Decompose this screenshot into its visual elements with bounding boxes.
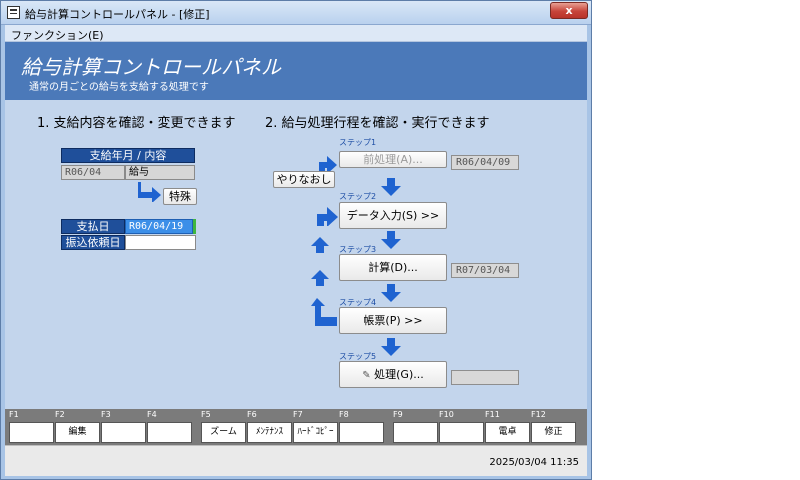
- down-arrow-icon: [381, 338, 401, 356]
- redo-button[interactable]: やりなおし: [273, 171, 335, 188]
- section-heading-1: 1. 支給内容を確認・変更できます: [37, 116, 236, 131]
- step2-label: ステップ2: [339, 192, 377, 201]
- fkey-number: F12: [531, 410, 546, 419]
- app-icon: [7, 6, 20, 19]
- step1-button[interactable]: 前処理(A)...: [339, 151, 447, 168]
- fkey-button-f8[interactable]: [339, 422, 384, 443]
- payday-field[interactable]: R06/04/19: [125, 219, 193, 234]
- fkey-button-f7[interactable]: ﾊｰﾄﾞｺﾋﾟｰ: [293, 422, 338, 443]
- fkey-number: F2: [55, 410, 65, 419]
- function-key-bar: F1 F2 編集 F3 F4 F5 ズーム F6 ﾒﾝﾃﾅﾝｽ F7 ﾊｰﾄﾞｺﾋﾟｰ F8 F9 F10…: [5, 409, 587, 445]
- down-arrow-icon: [381, 178, 401, 196]
- payday-label: 支払日: [61, 219, 125, 234]
- status-datetime: 2025/03/04 11:35: [489, 457, 579, 468]
- status-bar: 2025/03/04 11:35: [5, 445, 587, 476]
- fkey-button-f5[interactable]: ズーム: [201, 422, 246, 443]
- down-arrow-icon: [381, 231, 401, 249]
- fkey-number: F3: [101, 410, 111, 419]
- up-arrow-icon: [311, 237, 329, 253]
- payday-marker: [193, 219, 196, 234]
- step2-button[interactable]: データ入力(S) >>: [339, 202, 447, 229]
- pencil-icon: ✎: [362, 370, 371, 381]
- close-button[interactable]: x: [550, 2, 588, 19]
- step5-button[interactable]: ✎ 処理(G)...: [339, 361, 447, 388]
- fkey-button-f9[interactable]: [393, 422, 438, 443]
- special-button[interactable]: 特殊: [163, 188, 197, 205]
- control-panel: 給与計算コントロールパネル 通常の月ごとの給与を支給する処理です 1. 支給内容…: [5, 42, 587, 476]
- fkey-number: F5: [201, 410, 211, 419]
- transfer-date-field[interactable]: [125, 235, 196, 250]
- fkey-number: F1: [9, 410, 19, 419]
- step5-date: [451, 370, 519, 385]
- pay-period-field[interactable]: R06/04: [61, 165, 125, 180]
- fkey-button-f10[interactable]: [439, 422, 484, 443]
- header-banner: 給与計算コントロールパネル 通常の月ごとの給与を支給する処理です: [5, 42, 587, 100]
- app-window: 給与計算コントロールパネル - [修正] x ファンクション(E) 給与計算コン…: [0, 0, 592, 480]
- section-heading-2: 2. 給与処理行程を確認・実行できます: [265, 116, 490, 131]
- fkey-number: F10: [439, 410, 454, 419]
- fkey-number: F4: [147, 410, 157, 419]
- menu-function[interactable]: ファンクション(E): [11, 27, 104, 43]
- step1-label: ステップ1: [339, 138, 377, 147]
- fkey-button-f11[interactable]: 電卓: [485, 422, 530, 443]
- fkey-number: F7: [293, 410, 303, 419]
- fkey-number: F11: [485, 410, 500, 419]
- loop-arrow-icon: [317, 207, 338, 226]
- transfer-date-label: 振込依頼日: [61, 235, 125, 250]
- window-title: 給与計算コントロールパネル - [修正]: [25, 8, 210, 21]
- step3-date: R07/03/04: [451, 263, 519, 278]
- title-bar: 給与計算コントロールパネル - [修正] x: [1, 1, 591, 25]
- return-arrow-icon: [311, 298, 337, 326]
- step4-button[interactable]: 帳票(P) >>: [339, 307, 447, 334]
- page-subtitle: 通常の月ごとの給与を支給する処理です: [29, 82, 209, 93]
- page-title: 給与計算コントロールパネル: [21, 55, 281, 79]
- step5-button-label: 処理(G)...: [374, 368, 424, 381]
- step3-button[interactable]: 計算(D)...: [339, 254, 447, 281]
- up-arrow-icon: [311, 270, 329, 286]
- pay-content-field[interactable]: 給与: [125, 165, 195, 180]
- fkey-number: F9: [393, 410, 403, 419]
- pay-period-label: 支給年月 / 内容: [61, 148, 195, 163]
- fkey-button-f6[interactable]: ﾒﾝﾃﾅﾝｽ: [247, 422, 292, 443]
- fkey-number: F8: [339, 410, 349, 419]
- turn-arrow-icon: [138, 182, 161, 202]
- step1-date: R06/04/09: [451, 155, 519, 170]
- down-arrow-icon: [381, 284, 401, 302]
- menu-bar: ファンクション(E): [5, 25, 587, 42]
- fkey-button-f2[interactable]: 編集: [55, 422, 100, 443]
- fkey-button-f4[interactable]: [147, 422, 192, 443]
- fkey-button-f3[interactable]: [101, 422, 146, 443]
- fkey-number: F6: [247, 410, 257, 419]
- fkey-button-f12[interactable]: 修正: [531, 422, 576, 443]
- fkey-button-f1[interactable]: [9, 422, 54, 443]
